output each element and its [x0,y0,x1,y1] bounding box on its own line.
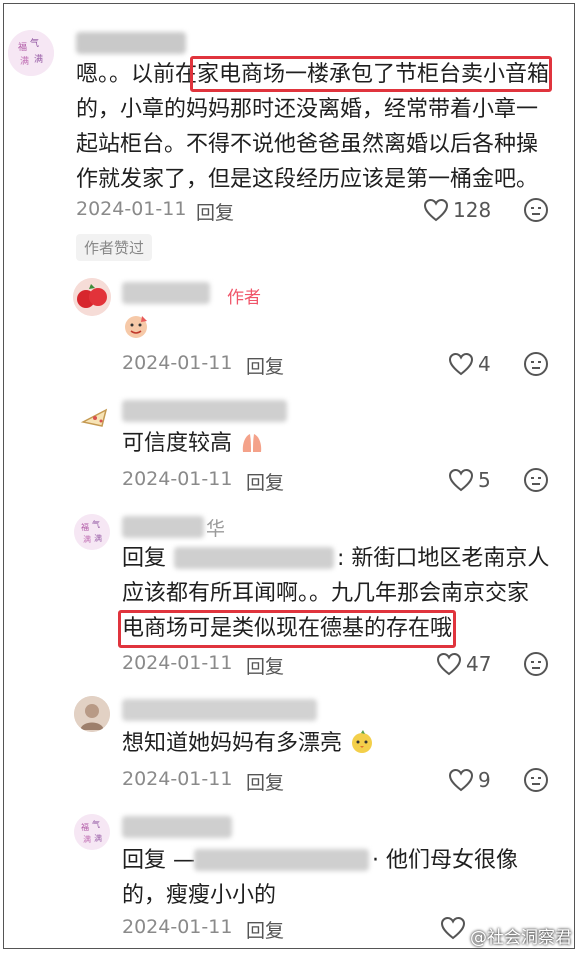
username-blurred[interactable] [122,816,232,838]
comment-date: 2024-01-11 [122,352,233,374]
heart-icon[interactable] [440,916,466,940]
avatar-pattern-icon: 福 气 满 满 [74,814,110,850]
author-liked-badge: 作者赞过 [76,234,153,261]
reply-prefix: 回复 — [122,848,195,873]
heart-icon[interactable] [436,652,462,676]
svg-text:福: 福 [81,823,89,832]
svg-text:满: 满 [94,833,102,843]
reply-button[interactable]: 回复 [246,352,284,379]
svg-text:满: 满 [83,534,91,544]
mention-blurred[interactable] [174,547,334,569]
strawberry-avatar-icon [73,278,111,316]
comment-date: 2024-01-11 [76,198,187,220]
username-blurred[interactable] [122,699,317,721]
avatar-pattern-icon: 福 气 满 满 [74,514,110,550]
username-blurred[interactable] [76,32,186,54]
reply-button[interactable]: 回复 [246,652,284,679]
like-count: 5 [478,468,491,492]
mention-blurred[interactable] [194,849,369,871]
avatar-pattern-icon: 福 气 满 满 [8,30,54,76]
comment-date: 2024-01-11 [122,916,233,938]
comment-line-tail: : 新街口地区老南京人 [337,546,550,571]
heart-icon[interactable] [448,768,474,792]
comment-date: 2024-01-11 [122,652,233,674]
reply-prefix: 回复 [122,546,167,571]
reply-button[interactable]: 回复 [196,198,234,225]
dislike-face-icon[interactable] [523,467,549,493]
comment-date: 2024-01-11 [122,768,233,790]
comment-line: 的，小章的妈妈那时还没离婚，经常带着小章一 [76,97,539,122]
highlight-box [190,56,552,92]
heart-icon[interactable] [448,468,474,492]
avatar[interactable]: 福 气 满 满 [74,814,110,850]
svg-text:气: 气 [30,37,39,49]
svg-text:满: 满 [34,54,43,65]
sticker-emoji [125,316,147,338]
svg-text:满: 满 [20,56,29,67]
chick-emoji [352,730,373,753]
heart-icon[interactable] [448,352,474,376]
comment-line: 想知道她妈妈有多漂亮 [122,731,343,756]
comment-line: 回复 — · 他们母女很像 [122,843,562,878]
username-tail: 华 [206,518,226,540]
dislike-face-icon[interactable] [523,651,549,677]
author-tag: 作者 [227,288,261,308]
reply-button[interactable]: 回复 [246,768,284,795]
avatar[interactable]: 福 气 满 满 [8,30,54,76]
reply-button[interactable]: 回复 [246,468,284,495]
heart-icon[interactable] [423,198,449,222]
svg-text:气: 气 [92,519,100,529]
like-count: 128 [453,198,492,222]
dislike-face-icon[interactable] [523,197,549,223]
avatar[interactable] [74,696,110,732]
photo-avatar-icon [74,696,110,732]
svg-text:气: 气 [92,819,100,829]
comment-line: 作就发家了，但是这段经历应该是第一桶金吧。 [76,167,539,192]
reply-button[interactable]: 回复 [246,916,284,943]
avatar[interactable] [73,278,111,316]
svg-text:满: 满 [94,533,102,543]
comment-text: 想知道她妈妈有多漂亮 [122,726,375,761]
highlight-box [118,610,456,648]
comment-text: 可信度较高 [122,426,265,461]
comment-line: 可信度较高 [122,431,233,456]
dislike-face-icon[interactable] [523,767,549,793]
username-blurred[interactable] [122,282,210,304]
svg-text:福: 福 [18,41,27,53]
comment-line: 应该都有所耳闻啊。。九几年那会南京交家 [122,581,530,606]
like-count: 47 [466,652,492,676]
username-blurred[interactable] [122,516,204,538]
pizza-avatar-icon[interactable] [80,400,110,430]
comment-text: 回复 — · 他们母女很像 的，瘦瘦小小的 [122,843,562,913]
comment-line: 的，瘦瘦小小的 [122,883,277,908]
comment-line-tail: · 他们母女很像 [372,848,518,873]
watermark: @社会洞察君 [470,928,572,948]
dislike-face-icon[interactable] [523,351,549,377]
username-blurred[interactable] [122,400,287,422]
comment-line: 回复 : 新街口地区老南京人 [122,541,562,576]
hands-emoji [242,434,262,452]
svg-text:福: 福 [81,523,89,532]
svg-text:满: 满 [83,834,91,844]
avatar[interactable]: 福 气 满 满 [74,514,110,550]
comment-date: 2024-01-11 [122,468,233,490]
like-count: 9 [478,768,491,792]
comment-line: 起站柜台。不得不说他爸爸虽然离婚以后各种操 [76,132,539,157]
like-count: 4 [478,352,491,376]
